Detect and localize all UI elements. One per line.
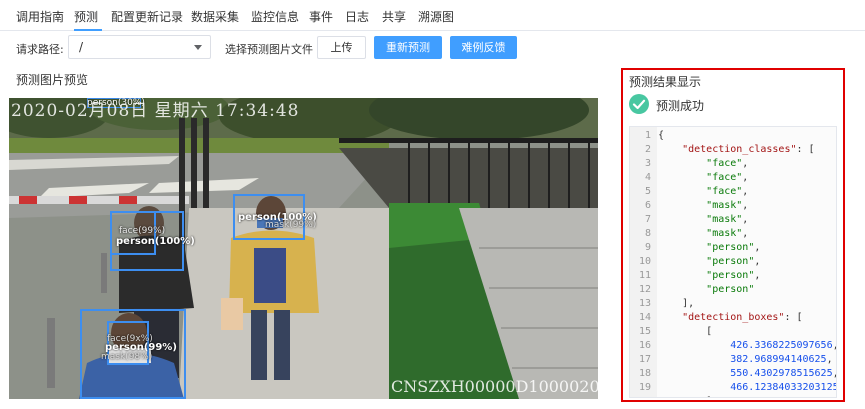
tab-share[interactable]: 共享: [382, 8, 406, 25]
code-text: 426.3368225097656,: [730, 340, 836, 351]
code-text: "person": [706, 284, 755, 295]
line-number: 16: [638, 340, 651, 351]
code-text: "person",: [706, 256, 761, 267]
code-text: 382.968994140625,: [730, 354, 833, 365]
camera-id: CNSZXH00000D10000201X: [391, 377, 598, 396]
code-text: "face",: [706, 158, 749, 169]
line-number: 19: [638, 382, 651, 393]
code-text: "face",: [706, 186, 749, 197]
line-number: 10: [638, 256, 651, 267]
prediction-status: 预测成功: [656, 99, 705, 113]
tab-bar: 调用指南 预测 配置更新记录 数据采集 监控信息 事件 日志 共享 溯源图: [0, 0, 865, 31]
request-path-label: 请求路径:: [16, 43, 64, 56]
tab-guide[interactable]: 调用指南: [16, 8, 64, 25]
active-tab-indicator: [74, 29, 102, 31]
code-text: ],: [658, 298, 695, 309]
line-number: 14: [638, 312, 651, 323]
detection-label: mask(98%): [101, 352, 153, 362]
line-number: 13: [638, 298, 651, 309]
check-circle-icon: [629, 94, 649, 114]
line-number: 6: [644, 200, 651, 211]
code-text: "detection_boxes": [: [682, 312, 803, 323]
request-path-value: /: [79, 40, 84, 54]
code-text: 550.4302978515625,: [730, 368, 836, 379]
result-title: 预测结果显示: [629, 75, 702, 89]
line-number: 3: [644, 158, 651, 169]
tab-events[interactable]: 事件: [309, 8, 333, 25]
preview-title: 预测图片预览: [16, 73, 89, 87]
preview-image: person(30%) face(99%) person(100%) perso…: [9, 98, 598, 399]
code-text: 466.12384033203125: [730, 382, 837, 393]
request-path-select[interactable]: /: [68, 35, 211, 59]
line-number: 1: [644, 130, 651, 141]
result-panel: 预测结果显示 预测成功 1 {2 "detection_classes": [ 3 …: [621, 68, 845, 402]
tab-trace-graph[interactable]: 溯源图: [418, 8, 454, 25]
code-text: "mask",: [706, 228, 749, 239]
json-result-viewer[interactable]: 1 {2 "detection_classes": [ 3 "face", 4 "fa…: [629, 126, 837, 398]
select-file-label: 选择预测图片文件: [225, 43, 313, 56]
repredict-button[interactable]: 重新预测: [374, 36, 442, 59]
detection-label: mask(99%): [265, 220, 317, 230]
line-number: 9: [644, 242, 651, 253]
line-number: 2: [644, 144, 651, 155]
line-number: 18: [638, 368, 651, 379]
code-text: "face",: [706, 172, 749, 183]
line-number: 8: [644, 228, 651, 239]
code-text: [: [658, 326, 713, 337]
code-text: ],: [658, 395, 718, 397]
line-number: 17: [638, 354, 651, 365]
code-text: "detection_classes": [: [682, 144, 815, 155]
camera-timestamp: 2020-02月08日 星期六 17:34:48: [11, 101, 300, 121]
code-text: {: [658, 130, 665, 141]
line-number: 11: [638, 270, 651, 281]
tab-config-history[interactable]: 配置更新记录: [111, 8, 183, 25]
tab-monitoring[interactable]: 监控信息: [251, 8, 299, 25]
line-number: 20: [630, 395, 651, 397]
line-number: 5: [644, 186, 651, 197]
line-number: 15: [638, 326, 651, 337]
hard-example-feedback-button[interactable]: 难例反馈: [450, 36, 517, 59]
tab-logs[interactable]: 日志: [345, 8, 369, 25]
chevron-down-icon: [194, 45, 202, 50]
code-text: "person",: [706, 270, 761, 281]
line-number: 7: [644, 214, 651, 225]
detection-label: person(100%): [116, 236, 195, 247]
tab-data-collection[interactable]: 数据采集: [191, 8, 239, 25]
code-text: "person",: [706, 242, 761, 253]
detection-label: face(99%): [119, 226, 166, 236]
code-text: "mask",: [706, 214, 749, 225]
tab-predict[interactable]: 预测: [74, 8, 98, 25]
code-text: "mask",: [706, 200, 749, 211]
line-number: 4: [644, 172, 651, 183]
line-number: 12: [638, 284, 651, 295]
upload-button[interactable]: 上传: [317, 36, 366, 59]
